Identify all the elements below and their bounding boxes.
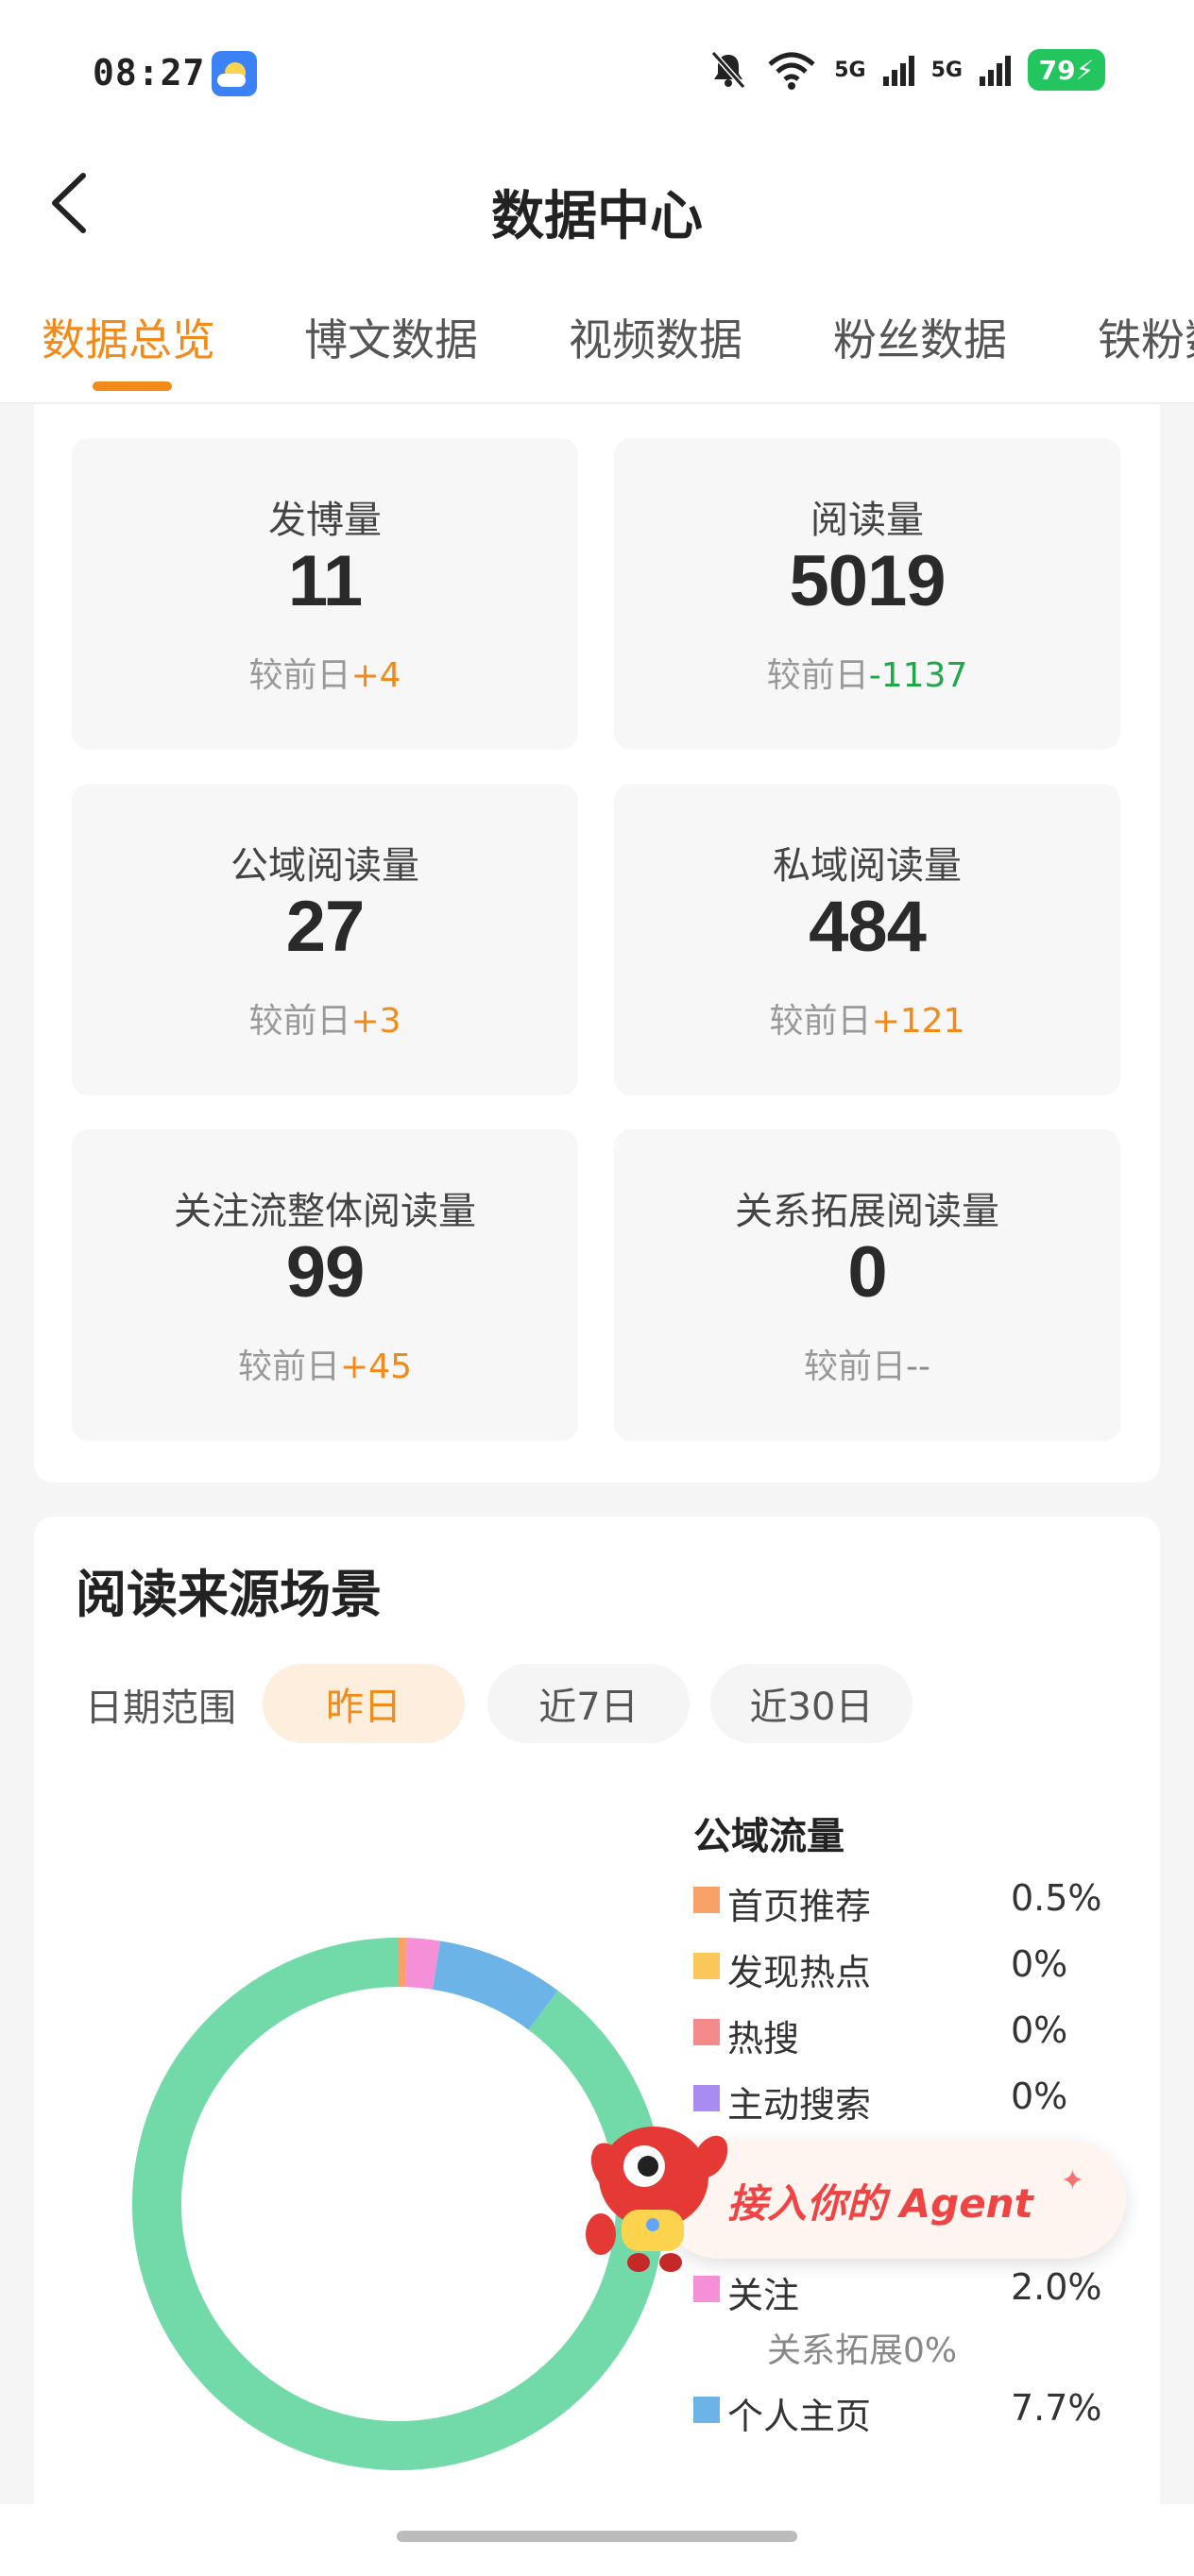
metric-label: 公域阅读量 — [230, 844, 419, 888]
tab-fans-data[interactable]: 粉丝数据 — [833, 306, 1007, 368]
metric-value: 0 — [847, 1232, 887, 1313]
legend-swatch — [693, 1953, 720, 1979]
metric-delta: -- — [906, 1347, 930, 1386]
metric-card-follow-feed-reads[interactable]: 关注流整体阅读量 99 较前日+45 — [72, 1129, 578, 1441]
donut-slice-2 — [432, 1940, 558, 2030]
agent-banner-label: 接入你的 Agent — [727, 2180, 1033, 2227]
legend-pct: 0% — [1011, 2076, 1068, 2117]
weather-icon — [212, 51, 257, 96]
metric-value: 5019 — [789, 541, 946, 621]
app-header: 数据中心 — [0, 142, 1194, 264]
metrics-panel: 发博量 11 较前日+4 阅读量 5019 较前日-1137 公域阅读量 27 … — [34, 404, 1160, 1483]
date-chip-yesterday[interactable]: 昨日 — [263, 1664, 465, 1743]
sparkle-icon: ✦ — [1060, 2164, 1084, 2197]
legend-pct: 2.0% — [1011, 2266, 1102, 2308]
status-bar: 08:27 5G 5G 79 ⚡ — [0, 0, 1194, 142]
wifi-icon — [768, 52, 815, 90]
legend-swatch — [693, 2085, 720, 2111]
metric-compare: 较前日+4 — [248, 656, 401, 695]
metric-compare: 较前日+121 — [769, 1002, 965, 1041]
legend-swatch — [693, 2276, 720, 2302]
metric-value: 27 — [285, 887, 366, 967]
metric-label: 阅读量 — [810, 499, 924, 542]
metric-value: 484 — [809, 887, 927, 967]
page-title: 数据中心 — [491, 186, 703, 247]
legend-label: 热搜 — [727, 2018, 800, 2059]
metric-card-public-reads[interactable]: 公域阅读量 27 较前日+3 — [72, 784, 578, 1095]
donut-slice-3 — [132, 1938, 665, 2470]
legend-swatch — [693, 2397, 720, 2423]
legend-label: 关注 — [727, 2275, 800, 2316]
home-indicator[interactable] — [397, 2531, 797, 2542]
network-type-label-2: 5G — [930, 58, 963, 82]
legend-swatch — [693, 2019, 720, 2045]
metric-delta: +3 — [350, 1002, 401, 1041]
metric-label: 关注流整体阅读量 — [174, 1190, 476, 1233]
tab-iron-fans-data[interactable]: 铁粉数据 — [1098, 306, 1194, 368]
signal-icon-2 — [980, 54, 1011, 86]
metric-card-reads[interactable]: 阅读量 5019 较前日-1137 — [614, 438, 1120, 750]
status-time: 08:27 — [93, 52, 206, 93]
legend-pct: 0% — [1011, 1943, 1068, 1985]
metric-compare: 较前日+45 — [238, 1347, 412, 1386]
legend-pct: 0% — [1011, 2009, 1068, 2051]
legend-label: 个人主页 — [727, 2396, 872, 2437]
date-chip-7days[interactable]: 近7日 — [487, 1664, 690, 1743]
legend-pct: 0.5% — [1011, 1877, 1102, 1919]
date-range-label: 日期范围 — [85, 1686, 236, 1730]
section-title: 阅读来源场景 — [76, 1565, 382, 1624]
date-chip-30days[interactable]: 近30日 — [710, 1664, 913, 1743]
legend-label: 首页推荐 — [727, 1886, 872, 1927]
legend-title: 公域流量 — [693, 1815, 844, 1858]
metric-value: 99 — [285, 1232, 366, 1313]
metric-label: 私域阅读量 — [773, 844, 962, 888]
metric-label: 关系拓展阅读量 — [735, 1190, 999, 1233]
metric-delta: +121 — [871, 1002, 965, 1041]
active-tab-indicator — [93, 381, 172, 391]
legend-swatch — [693, 1887, 720, 1913]
metric-value: 11 — [287, 541, 363, 621]
legend-label: 主动搜索 — [727, 2084, 872, 2126]
tab-bar: 数据总览 博文数据 视频数据 粉丝数据 铁粉数据 — [0, 264, 1194, 404]
legend-pct: 7.7% — [1011, 2387, 1102, 2429]
metric-compare: 较前日+3 — [248, 1002, 401, 1041]
mascot-icon[interactable] — [572, 2111, 733, 2274]
legend-label: 发现热点 — [727, 1952, 872, 1993]
metric-delta: -1137 — [868, 656, 968, 695]
legend-sub-label: 关系拓展0% — [767, 2331, 958, 2370]
tab-overview[interactable]: 数据总览 — [42, 306, 215, 368]
metric-compare: 较前日-- — [804, 1347, 930, 1386]
metric-label: 发博量 — [268, 499, 382, 542]
mute-bell-icon — [711, 51, 746, 89]
metric-delta: +45 — [340, 1347, 412, 1386]
network-type-label: 5G — [834, 58, 866, 82]
metric-delta: +4 — [350, 656, 401, 695]
battery-indicator: 79 ⚡ — [1028, 49, 1105, 91]
donut-slice-1 — [404, 1938, 441, 1990]
metric-compare: 较前日-1137 — [766, 656, 968, 695]
tab-video-data[interactable]: 视频数据 — [569, 306, 742, 368]
metric-card-posts[interactable]: 发博量 11 较前日+4 — [72, 438, 578, 750]
battery-level: 79 — [1038, 54, 1076, 86]
signal-icon — [882, 54, 914, 86]
tab-post-data[interactable]: 博文数据 — [304, 306, 478, 368]
metric-card-relation-reads[interactable]: 关系拓展阅读量 0 较前日-- — [614, 1129, 1120, 1441]
metric-card-private-reads[interactable]: 私域阅读量 484 较前日+121 — [614, 784, 1120, 1095]
